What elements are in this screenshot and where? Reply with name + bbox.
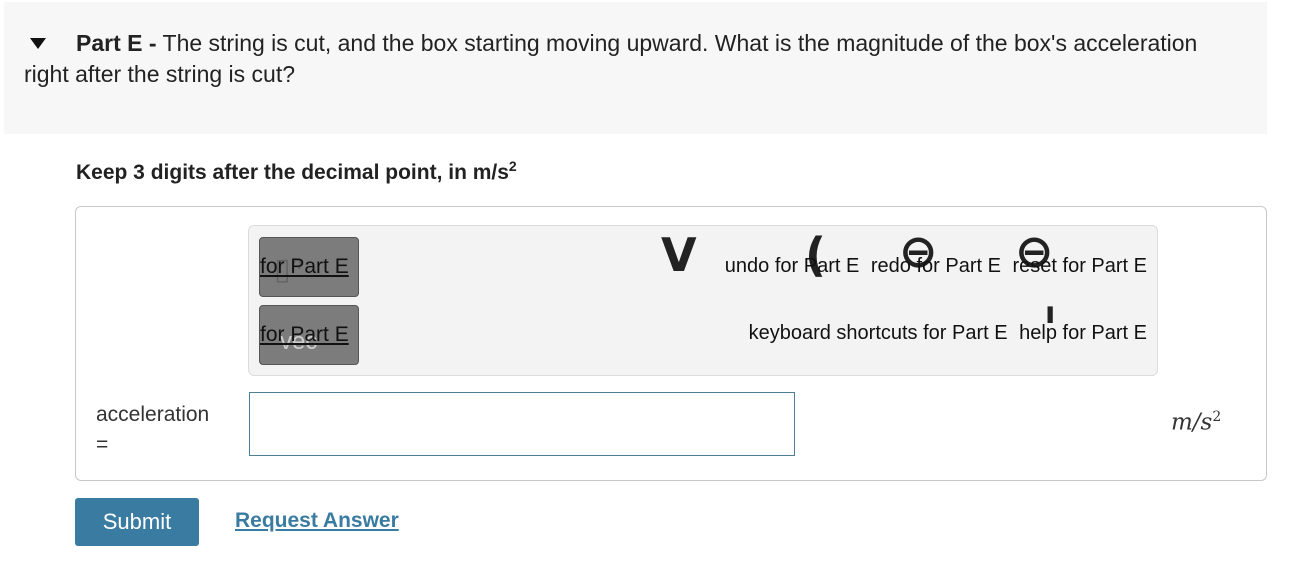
reset-button[interactable]: reset for Part E xyxy=(1013,255,1148,277)
templates-button[interactable]: ▯ⁿ for Part E xyxy=(259,237,359,297)
answer-input[interactable] xyxy=(249,392,795,456)
answer-unit: m/s2 xyxy=(1171,409,1221,436)
toolbar-row-1: undo for Part E redo for Part E reset fo… xyxy=(719,255,1147,278)
keyboard-shortcuts-button[interactable]: keyboard shortcuts for Part E xyxy=(749,322,1008,344)
submit-button[interactable]: Submit xyxy=(75,498,199,546)
answer-box: ▯ⁿ for Part E vec for Part E V ( ⊖ ⊖ ı u… xyxy=(75,206,1267,481)
unit-exponent: 2 xyxy=(1212,409,1222,425)
instruction: Keep 3 digits after the decimal point, i… xyxy=(76,158,517,185)
instruction-text: Keep 3 digits after the decimal point, i… xyxy=(76,161,509,184)
question-text: Part E - The string is cut, and the box … xyxy=(24,28,1204,90)
redo-button[interactable]: redo for Part E xyxy=(871,255,1001,277)
undo-icon: V xyxy=(661,228,697,282)
instruction-superscript: 2 xyxy=(508,158,517,174)
answer-label-equals: = xyxy=(96,433,109,456)
undo-button[interactable]: undo for Part E xyxy=(725,255,860,277)
answer-label: acceleration = xyxy=(96,400,209,460)
templates-button-label: for Part E xyxy=(260,255,349,278)
vector-button[interactable]: vec for Part E xyxy=(259,305,359,365)
math-toolbar: ▯ⁿ for Part E vec for Part E V ( ⊖ ⊖ ı u… xyxy=(248,224,1158,376)
part-label: Part E - xyxy=(76,30,157,56)
request-answer-link[interactable]: Request Answer xyxy=(235,509,399,533)
answer-label-name: acceleration xyxy=(96,403,210,426)
question-body: The string is cut, and the box starting … xyxy=(24,30,1198,87)
vector-button-label: for Part E xyxy=(260,323,349,346)
help-button[interactable]: help for Part E xyxy=(1019,322,1147,344)
toolbar-row-2: keyboard shortcuts for Part E help for P… xyxy=(743,322,1147,345)
unit-text: m/s xyxy=(1171,409,1213,436)
